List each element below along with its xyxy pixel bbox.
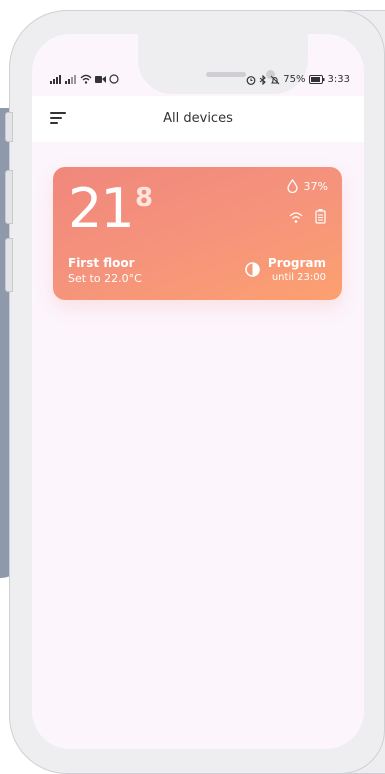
whatsapp-icon [109,74,119,84]
battery-icon [315,209,326,224]
phone-side-button [5,112,13,142]
phone-volume-down-button [5,238,13,292]
wifi-status-icon [80,74,92,84]
humidity-reading: 37% [286,179,328,193]
battery-percent: 75% [283,74,306,85]
status-bar: 75% 3:33 [32,72,364,90]
status-bar-right: 75% 3:33 [246,74,350,85]
wifi-icon [289,211,303,223]
current-temperature-decimal: 8 [135,183,154,213]
bluetooth-icon [259,74,267,85]
device-card[interactable]: 21 8 37% First floor Set to 22.0°C Progr… [53,167,342,300]
video-camera-icon [95,75,106,83]
status-bar-left [50,74,119,84]
half-circle-mode-icon [245,262,260,277]
battery-status-icon [308,75,325,84]
mode-label: Program [267,256,326,270]
mute-bell-icon [270,75,280,84]
clock-time: 3:33 [327,74,350,85]
signal-2-icon [65,74,76,84]
setpoint-text: Set to 22.0°C [68,272,142,285]
humidity-value: 37% [303,179,328,193]
current-temperature: 21 [68,177,135,240]
mode-until: until 23:00 [271,272,326,283]
device-status-icons [289,209,326,224]
signal-icon [50,74,61,84]
phone-screen: 75% 3:33 All devices 21 8 37% First floo… [32,34,364,749]
device-name: First floor [68,256,135,270]
app-bar: All devices [32,96,364,142]
page-title: All devices [163,111,233,126]
water-drop-icon [286,179,298,193]
phone-volume-up-button [5,170,13,224]
alarm-icon [246,75,256,85]
